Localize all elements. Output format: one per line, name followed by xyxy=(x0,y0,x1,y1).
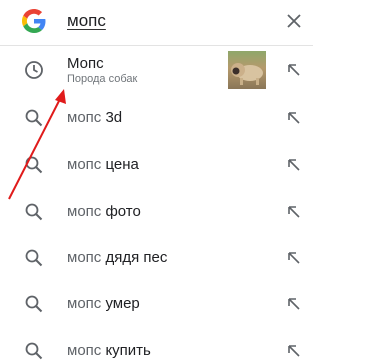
suggestion-row[interactable]: мопс фото xyxy=(0,189,313,235)
google-g-logo xyxy=(22,9,46,33)
suggestion-row[interactable]: мопс дядя пес xyxy=(0,235,313,281)
suggestion-suffix: 3d xyxy=(101,109,123,126)
suggestion-suffix: цена xyxy=(101,156,139,173)
suggestion-prefix: мопс xyxy=(67,342,102,359)
entity-subtitle: Порода собак xyxy=(67,73,138,85)
search-icon xyxy=(25,203,43,221)
search-bar: мопс xyxy=(0,0,313,46)
suggestion-row[interactable]: мопс цена xyxy=(0,142,313,188)
suggestion-text: мопс дядя пес xyxy=(67,249,167,266)
suggestion-prefix: мопс xyxy=(67,249,102,266)
search-icon xyxy=(25,342,43,360)
suggestion-text: мопс купить xyxy=(67,342,151,359)
suggestion-prefix: мопс xyxy=(67,156,102,173)
arrow-up-left-icon[interactable] xyxy=(286,110,302,126)
arrow-up-left-icon[interactable] xyxy=(286,250,302,266)
entity-suggestion[interactable] xyxy=(0,46,313,92)
search-icon xyxy=(25,249,43,267)
close-icon[interactable] xyxy=(284,11,304,31)
suggestion-prefix: мопс xyxy=(67,295,102,312)
arrow-up-left-icon[interactable] xyxy=(286,343,302,359)
suggestion-suffix: умер xyxy=(101,295,140,312)
clock-icon xyxy=(25,61,43,79)
arrow-up-left-icon[interactable] xyxy=(286,204,302,220)
suggestion-text: мопс цена xyxy=(67,156,139,173)
suggestion-suffix: фото xyxy=(101,203,141,220)
suggestion-suffix: купить xyxy=(101,342,151,359)
search-icon xyxy=(25,156,43,174)
suggestion-row[interactable]: мопс умер xyxy=(0,281,313,327)
suggestion-text: мопс фото xyxy=(67,203,141,220)
suggestion-text: мопс умер xyxy=(67,295,140,312)
arrow-up-left-icon[interactable] xyxy=(286,296,302,312)
suggestion-row[interactable]: мопс 3d xyxy=(0,95,313,141)
pug-dog-photo xyxy=(228,51,266,89)
suggestion-prefix: мопс xyxy=(67,109,102,126)
suggestion-suffix: дядя пес xyxy=(101,249,168,266)
search-input[interactable]: мопс xyxy=(67,11,106,31)
search-icon xyxy=(25,109,43,127)
entity-title: Мопс xyxy=(67,55,104,72)
suggestion-prefix: мопс xyxy=(67,203,102,220)
arrow-up-left-icon[interactable] xyxy=(286,62,302,78)
suggestion-text: мопс 3d xyxy=(67,109,122,126)
suggestion-row[interactable]: мопс купить xyxy=(0,328,313,363)
search-icon xyxy=(25,295,43,313)
arrow-up-left-icon[interactable] xyxy=(286,157,302,173)
